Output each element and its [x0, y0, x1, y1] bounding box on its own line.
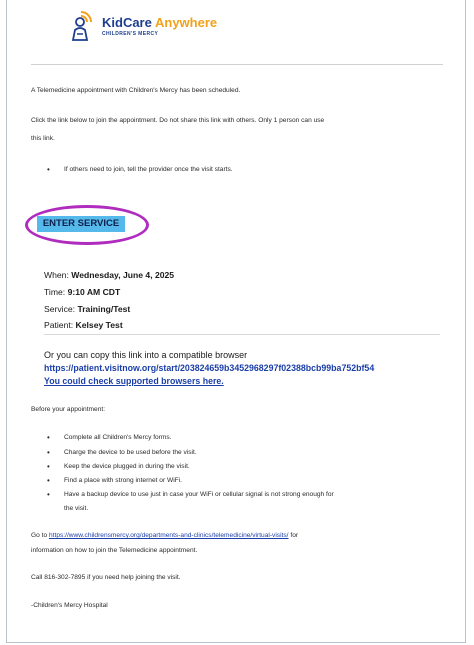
service-label: Service: [44, 304, 76, 314]
when-label: When: [44, 270, 69, 280]
call-text: Call 816-302-7895 if you need help joini… [31, 574, 181, 581]
before-item: Keep the device plugged in during the vi… [47, 461, 190, 473]
virtual-visits-link[interactable]: https://www.childrensmercy.org/departmen… [49, 532, 289, 539]
before-item: Have a backup device to use just in case… [47, 489, 334, 501]
visit-url-link[interactable]: https://patient.visitnow.org/start/20382… [44, 363, 374, 373]
click-instructions-line1: Click the link below to join the appoint… [31, 117, 325, 124]
supported-browsers-link[interactable]: You could check supported browsers here. [44, 376, 224, 386]
time-value: 9:10 AM CDT [67, 287, 121, 297]
goto-prefix: Go to [31, 532, 48, 539]
detail-service: Service: Training/Test [44, 304, 130, 314]
patient-value: Kelsey Test [75, 320, 123, 330]
patient-label: Patient: [44, 320, 74, 330]
goto-suffix: for [290, 532, 299, 539]
before-item: Find a place with strong internet or WiF… [47, 475, 182, 487]
before-heading: Before your appointment: [31, 406, 106, 413]
enter-service-button[interactable]: ENTER SERVICE [37, 216, 125, 232]
before-item: Complete all Children's Mercy forms. [47, 432, 171, 444]
kidcare-logo: KidCare Anywhere CHILDREN'S MERCY [69, 10, 217, 42]
detail-patient: Patient: Kelsey Test [44, 320, 123, 330]
when-value: Wednesday, June 4, 2025 [71, 270, 175, 280]
detail-time: Time: 9:10 AM CDT [44, 287, 120, 297]
time-label: Time: [44, 287, 66, 297]
logo-brand: KidCare Anywhere [102, 15, 217, 30]
click-instructions-line2: this link. [31, 135, 55, 142]
copy-link-text: Or you can copy this link into a compati… [44, 350, 248, 360]
service-value: Training/Test [77, 304, 131, 314]
logo-subtitle: CHILDREN'S MERCY [102, 31, 159, 37]
goto-line2: information on how to join the Telemedic… [31, 547, 198, 554]
logo-brand-main: KidCare [102, 15, 152, 30]
others-join-bullet: If others need to join, tell the provide… [47, 164, 233, 176]
enter-service-highlight: ENTER SERVICE [25, 205, 149, 245]
before-item-continuation: the visit. [64, 505, 89, 512]
header-divider [31, 64, 443, 65]
logo-child-icon [69, 10, 97, 42]
details-divider [44, 334, 440, 335]
detail-when: When: Wednesday, June 4, 2025 [44, 270, 174, 280]
signature: -Children's Mercy Hospital [31, 602, 108, 609]
logo-brand-accent: Anywhere [155, 15, 218, 30]
goto-line: Go to https://www.childrensmercy.org/dep… [31, 530, 298, 542]
before-item: Charge the device to be used before the … [47, 447, 197, 459]
intro-text: A Telemedicine appointment with Children… [31, 87, 241, 94]
